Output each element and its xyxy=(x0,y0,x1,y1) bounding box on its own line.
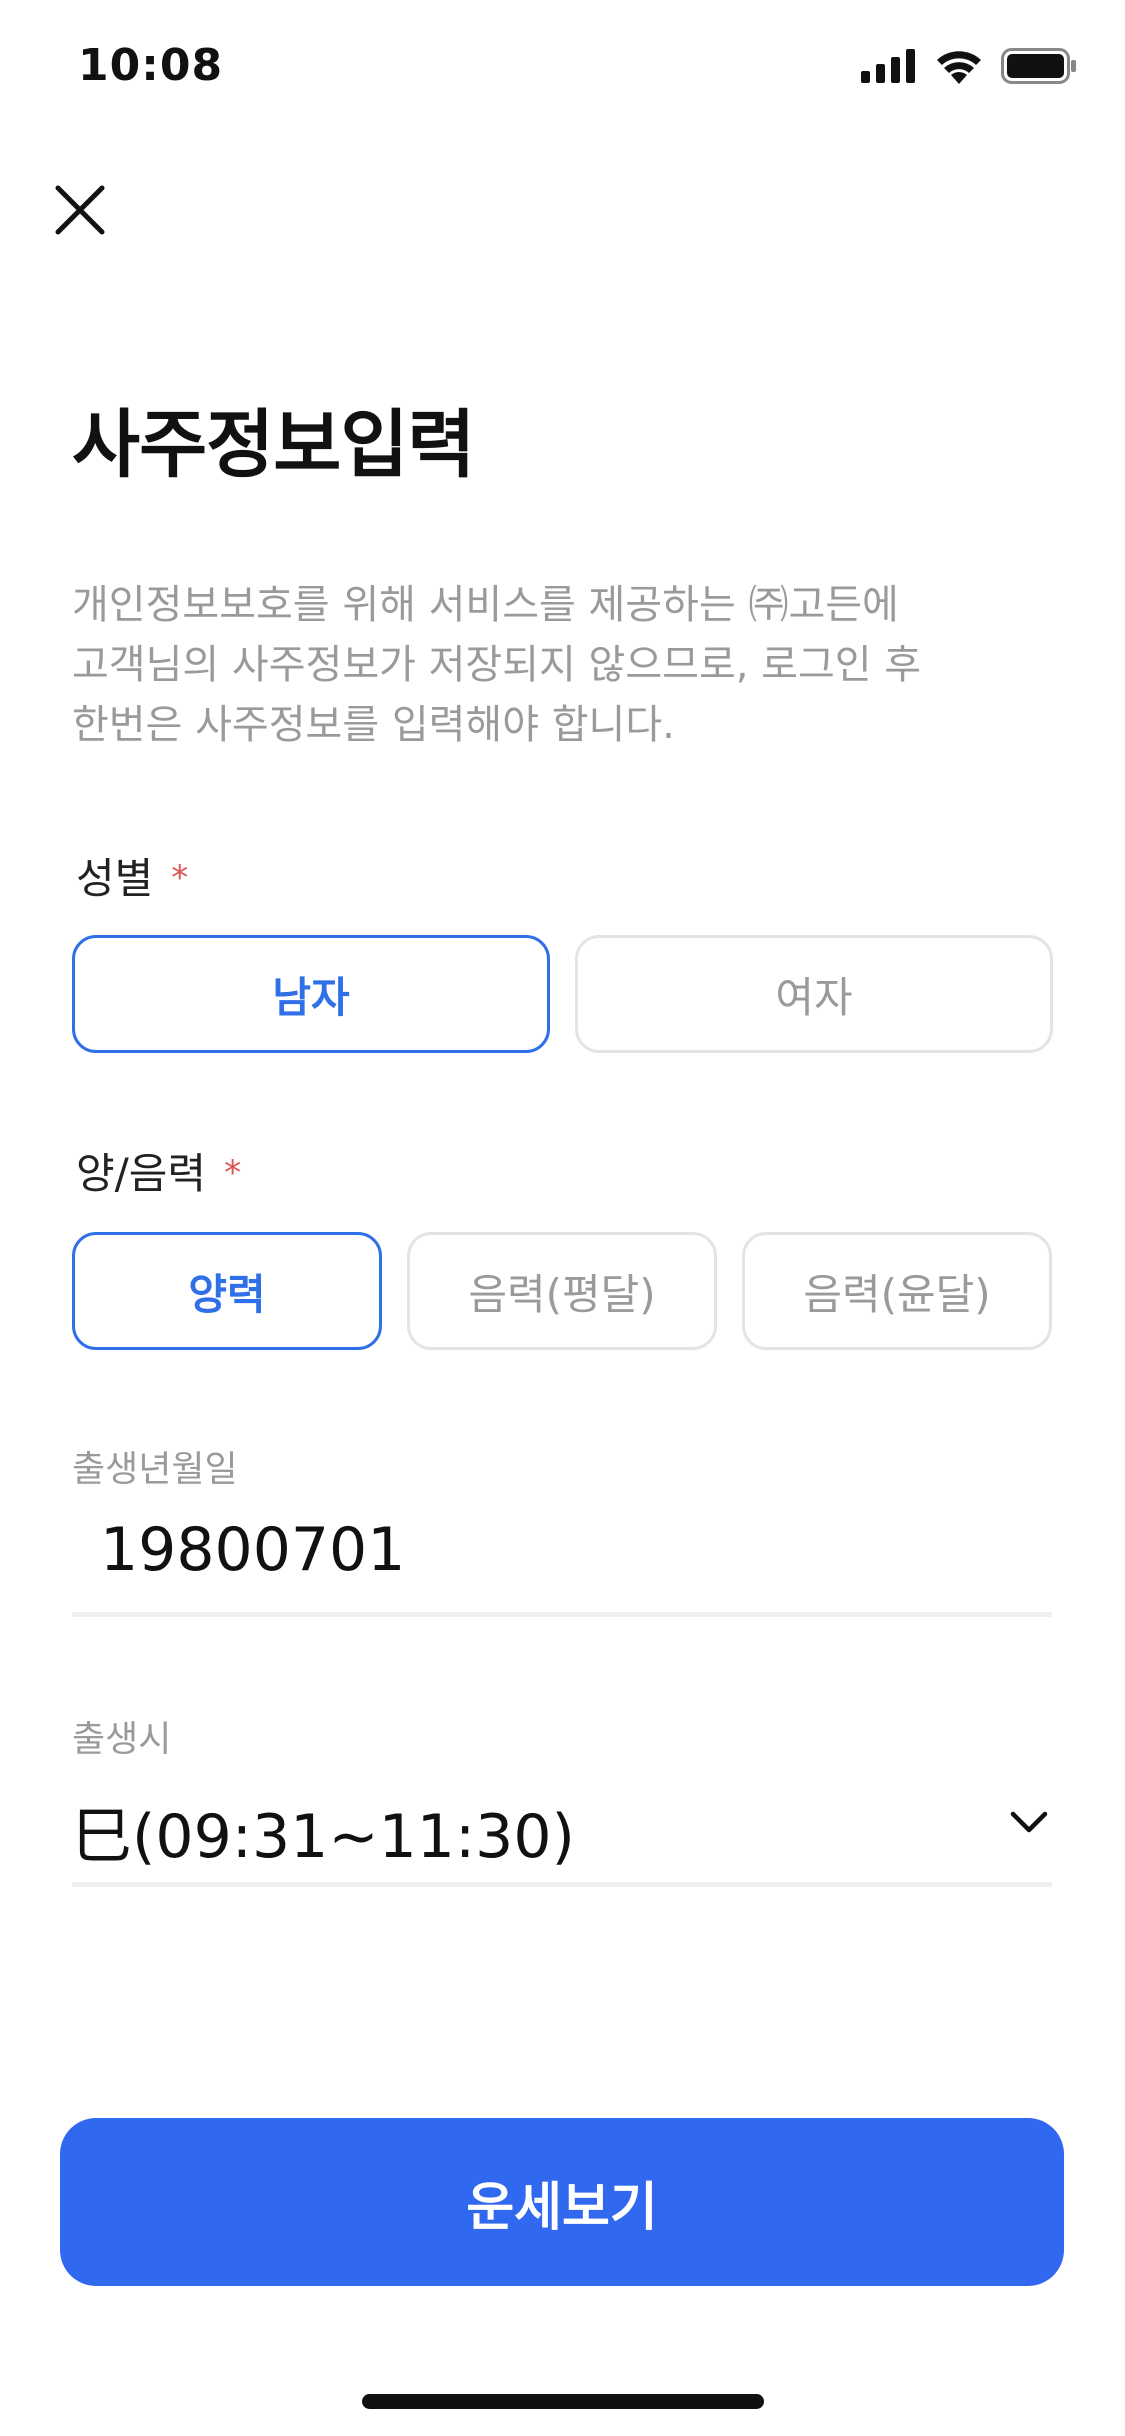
calendar-option-lunar-normal[interactable]: 음력(평달) xyxy=(407,1232,717,1350)
calendar-option-lunar-leap[interactable]: 음력(윤달) xyxy=(742,1232,1052,1350)
gender-option-male[interactable]: 남자 xyxy=(72,935,550,1053)
signal-icon xyxy=(861,49,915,83)
status-time: 10:08 xyxy=(78,40,224,91)
gender-option-female[interactable]: 여자 xyxy=(575,935,1053,1053)
status-icons xyxy=(861,48,1077,84)
gender-label: 성별 * xyxy=(76,845,188,906)
birth-date-label: 출생년월일 xyxy=(72,1449,238,1490)
close-icon xyxy=(55,185,105,235)
birth-time-select[interactable]: 巳(09:31~11:30) xyxy=(72,1788,575,1875)
calendar-label-text: 양/음력 xyxy=(76,1149,207,1198)
page-title: 사주정보입력 xyxy=(72,402,475,488)
battery-icon xyxy=(1001,48,1076,84)
gender-label-text: 성별 xyxy=(76,854,154,903)
birth-date-underline xyxy=(72,1612,1052,1617)
calendar-label: 양/음력 * xyxy=(76,1140,241,1201)
birth-date-input[interactable]: 19800701 xyxy=(100,1515,405,1585)
saju-input-screen: 10:08 사주정보입력 개인정보보호를 위해 서비스를 제공하는 ㈜고든에 고… xyxy=(0,0,1125,2436)
birth-time-underline xyxy=(72,1882,1052,1887)
privacy-description: 개인정보보호를 위해 서비스를 제공하는 ㈜고든에 고객님의 사주정보가 저장되… xyxy=(72,582,922,748)
chevron-down-icon[interactable] xyxy=(1007,1800,1051,1844)
birth-time-label: 출생시 xyxy=(72,1719,172,1760)
required-mark: * xyxy=(171,858,189,898)
home-indicator xyxy=(362,2394,764,2409)
wifi-icon xyxy=(937,51,981,84)
required-mark: * xyxy=(224,1153,242,1193)
calendar-option-solar[interactable]: 양력 xyxy=(72,1232,382,1350)
fortune-view-button[interactable]: 운세보기 xyxy=(60,2118,1064,2286)
close-button[interactable] xyxy=(52,182,108,238)
